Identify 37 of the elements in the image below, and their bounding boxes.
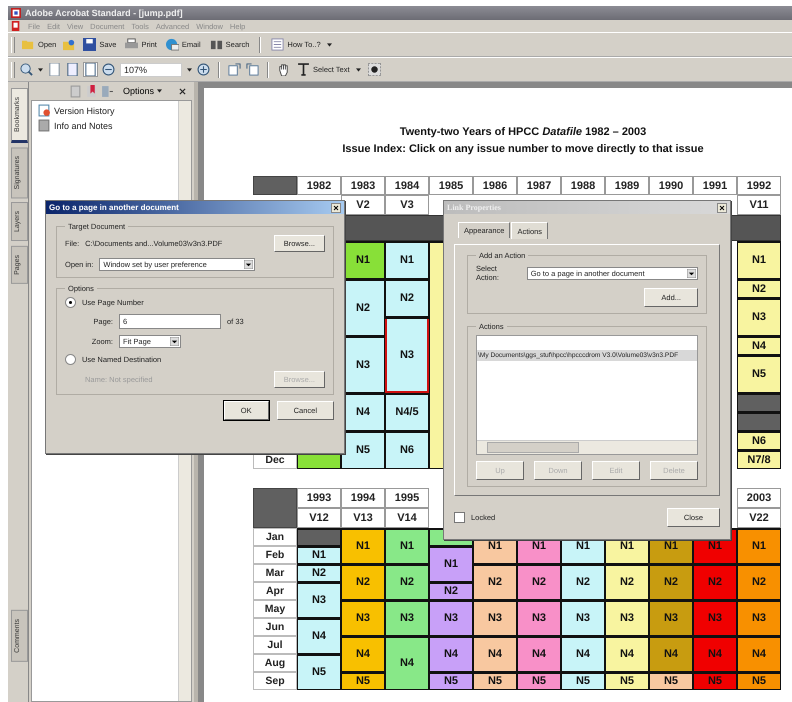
month-cell: May — [253, 600, 297, 618]
volume-cell: V2 — [341, 195, 385, 215]
month-cell: Jul — [253, 636, 297, 654]
month-cell: Aug — [253, 654, 297, 672]
volume-cell: V14 — [385, 508, 429, 528]
year-cell: 1992 — [737, 176, 781, 195]
month-cell: Jan — [253, 528, 297, 546]
year-cell: 1983 — [341, 176, 385, 195]
year-cell: 1982 — [297, 176, 341, 195]
dialog-title: Go to a page in another document — [49, 203, 179, 212]
year-cell: 1991 — [693, 176, 737, 195]
year-cell: 1993 — [297, 488, 341, 508]
document-subtitle: Issue Index: Click on any issue number to move directly to that issue — [342, 143, 704, 155]
year-cell: 1988 — [561, 176, 605, 195]
year-cell: 1990 — [649, 176, 693, 195]
document-title: Twenty-two Years of HPCC Datafile 1982 – 2003 — [400, 126, 646, 138]
month-cell: Jun — [253, 618, 297, 636]
volume-cell: V13 — [341, 508, 385, 528]
volume-cell: V12 — [297, 508, 341, 528]
year-cell: 1994 — [341, 488, 385, 508]
bookmark-label: Info and Notes — [54, 120, 113, 130]
year-cell: 2003 — [737, 488, 781, 508]
month-cell: Sep — [253, 672, 297, 690]
window-title: Adobe Acrobat Standard - [jump.pdf] — [25, 8, 183, 18]
month-cell: Mar — [253, 564, 297, 582]
year-cell: 1989 — [605, 176, 649, 195]
volume-cell: V3 — [385, 195, 429, 215]
volume-cell: V11 — [737, 195, 781, 215]
year-cell: 1995 — [385, 488, 429, 508]
volume-cell: V22 — [737, 508, 781, 528]
month-cell: Apr — [253, 582, 297, 600]
year-cell: 1984 — [385, 176, 429, 195]
year-cell: 1985 — [429, 176, 473, 195]
month-cell: Feb — [253, 546, 297, 564]
year-cell: 1986 — [473, 176, 517, 195]
year-cell: 1987 — [517, 176, 561, 195]
bookmark-label: Version History — [54, 106, 115, 116]
